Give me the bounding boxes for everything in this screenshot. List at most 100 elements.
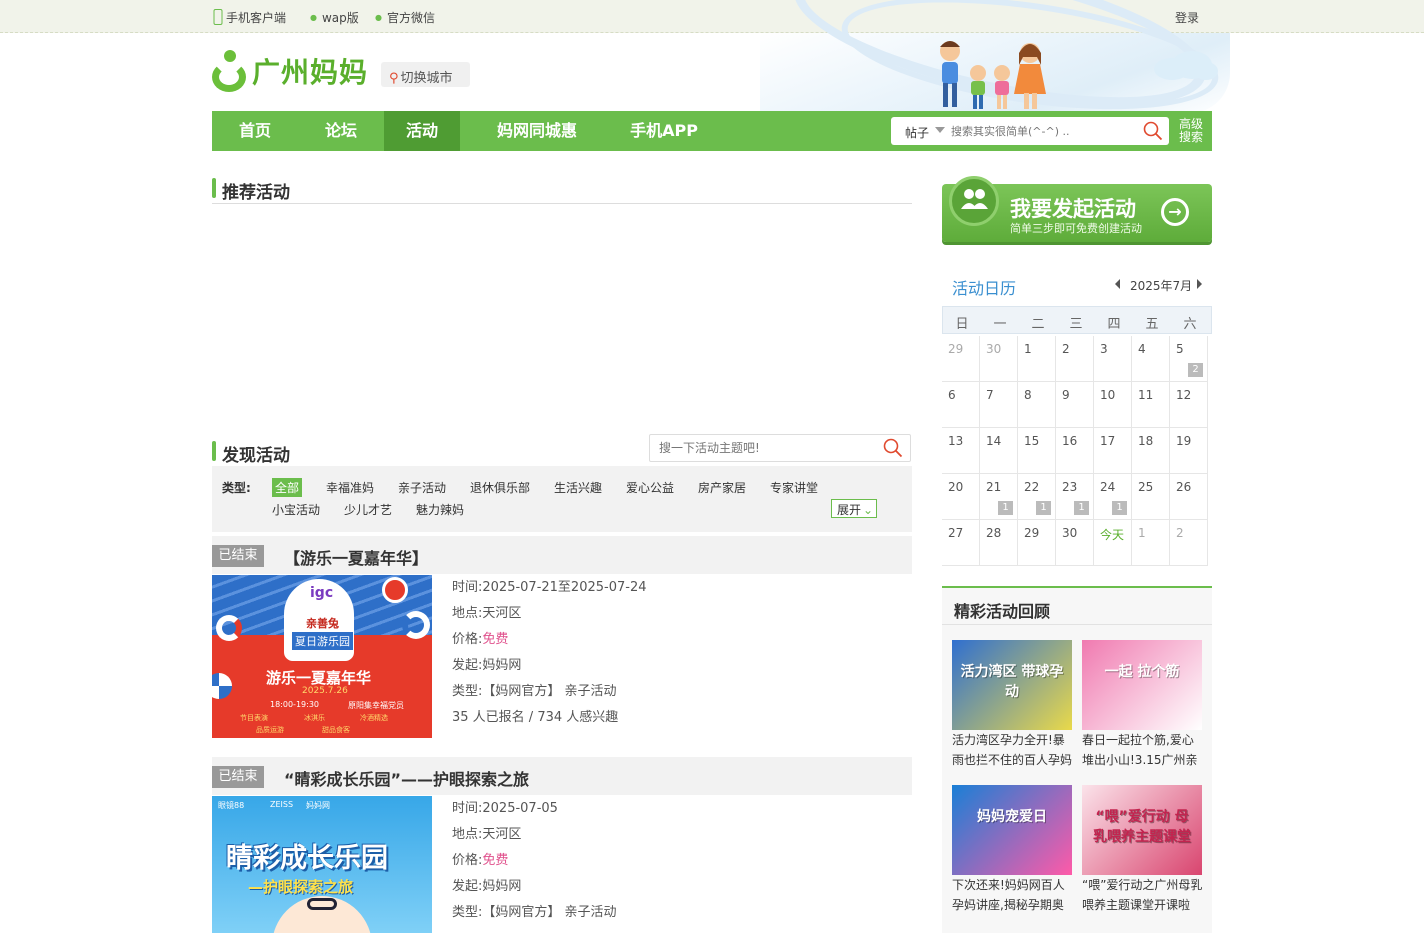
- type-item[interactable]: 退休俱乐部: [470, 479, 530, 496]
- calendar-day[interactable]: 19: [1170, 428, 1208, 474]
- logo-icon: [212, 50, 248, 92]
- calendar-day-number: 29: [948, 342, 964, 356]
- activity-place: 地点:天河区: [452, 827, 522, 842]
- nav-mobile-app[interactable]: 手机APP: [612, 111, 716, 151]
- type-item[interactable]: 生活兴趣: [554, 479, 602, 496]
- login-link[interactable]: 登录: [1175, 9, 1199, 26]
- calendar-day[interactable]: 8: [1018, 382, 1056, 428]
- event-count-badge[interactable]: 1: [1074, 501, 1089, 515]
- calendar-day[interactable]: 25: [1132, 474, 1170, 520]
- calendar-day[interactable]: 1: [1132, 520, 1170, 566]
- recommend-title: 推荐活动: [212, 178, 290, 203]
- activity-header[interactable]: 已结束 “睛彩成长乐园”——护眼探索之旅: [212, 757, 912, 795]
- type-all[interactable]: 全部: [272, 478, 303, 497]
- nav-home[interactable]: 首页: [212, 111, 298, 151]
- dropdown-arrow-icon[interactable]: [935, 127, 945, 133]
- calendar-day[interactable]: 14: [980, 428, 1018, 474]
- calendar-day[interactable]: 6: [942, 382, 980, 428]
- calendar-day[interactable]: 27: [942, 520, 980, 566]
- type-item[interactable]: 幸福准妈: [326, 479, 374, 496]
- calendar-day[interactable]: 18: [1132, 428, 1170, 474]
- site-search-input[interactable]: [951, 122, 1131, 140]
- calendar-day[interactable]: 17: [1094, 428, 1132, 474]
- create-activity-button[interactable]: 我要发起活动 简单三步即可免费创建活动 →: [942, 176, 1212, 242]
- mobile-client-link[interactable]: 手机客户端: [213, 9, 286, 26]
- calendar-day[interactable]: 4: [1132, 336, 1170, 382]
- advanced-search-link[interactable]: 高级搜索: [1175, 118, 1207, 144]
- search-scope-select[interactable]: 帖子: [905, 124, 929, 141]
- city-switch-button[interactable]: ⚲ 切换城市: [381, 62, 470, 87]
- calendar-day[interactable]: 13: [942, 428, 980, 474]
- review-caption[interactable]: 下次还来!妈妈网百人孕妈讲座,揭秘孕期奥: [952, 875, 1074, 915]
- calendar-day[interactable]: 26: [1170, 474, 1208, 520]
- review-thumbnail[interactable]: 一起 拉个筋: [1082, 640, 1202, 730]
- activity-poster[interactable]: 眼镜88 ZEISS 妈妈网 睛彩成长乐园 —护眼探索之旅: [212, 796, 432, 933]
- calendar-day[interactable]: 30: [1056, 520, 1094, 566]
- calendar-day[interactable]: 2: [1056, 336, 1094, 382]
- review-caption[interactable]: 春日一起拉个筋,爱心堆出小山!3.15广州亲: [1082, 730, 1204, 770]
- wechat-link[interactable]: ● 官方微信: [375, 9, 435, 26]
- type-item[interactable]: 少儿才艺: [344, 501, 392, 518]
- calendar-day[interactable]: 30: [980, 336, 1018, 382]
- next-month-icon[interactable]: [1197, 279, 1202, 289]
- site-logo[interactable]: 广州妈妈: [212, 50, 368, 92]
- calendar-day[interactable]: 3: [1094, 336, 1132, 382]
- calendar-day[interactable]: 16: [1056, 428, 1094, 474]
- review-thumbnail[interactable]: 活力湾区 带球孕动: [952, 640, 1072, 730]
- calendar-day[interactable]: 23 1: [1056, 474, 1094, 520]
- calendar-day-number: 7: [986, 388, 994, 402]
- event-count-badge[interactable]: 2: [1188, 363, 1203, 377]
- activity-header[interactable]: 已结束 【游乐一夏嘉年华】: [212, 536, 912, 574]
- activity-review: 精彩活动回顾 活力湾区 带球孕动 活力湾区孕力全开!暴雨也拦不住的百人孕妈 一起 拉…: [942, 586, 1212, 933]
- calendar-day[interactable]: 12: [1170, 382, 1208, 428]
- calendar-day-number: 8: [1024, 388, 1032, 402]
- calendar-day[interactable]: 2: [1170, 520, 1208, 566]
- phone-icon: [213, 9, 223, 25]
- type-item[interactable]: 专家讲堂: [770, 479, 818, 496]
- expand-button[interactable]: 展开 ⌄: [831, 499, 877, 518]
- type-item[interactable]: 小宝活动: [272, 501, 320, 518]
- calendar-day[interactable]: 28: [980, 520, 1018, 566]
- event-count-badge[interactable]: 1: [1112, 501, 1127, 515]
- event-count-badge[interactable]: 1: [998, 501, 1013, 515]
- review-thumbnail[interactable]: 妈妈宠爱日: [952, 785, 1072, 875]
- calendar-day-number: 13: [948, 434, 964, 448]
- review-thumbnail[interactable]: “喂”爱行动 母乳喂养主题课堂: [1082, 785, 1202, 875]
- review-caption[interactable]: 活力湾区孕力全开!暴雨也拦不住的百人孕妈: [952, 730, 1074, 770]
- type-item[interactable]: 爱心公益: [626, 479, 674, 496]
- search-icon[interactable]: [1143, 121, 1163, 141]
- nav-local-deals[interactable]: 妈网同城惠: [478, 111, 596, 151]
- type-item[interactable]: 魅力辣妈: [416, 501, 464, 518]
- calendar-day[interactable]: 1: [1018, 336, 1056, 382]
- calendar-day[interactable]: 10: [1094, 382, 1132, 428]
- calendar-day[interactable]: 22 1: [1018, 474, 1056, 520]
- prev-month-icon[interactable]: [1115, 279, 1120, 289]
- calendar-day[interactable]: 15: [1018, 428, 1056, 474]
- calendar-day[interactable]: 11: [1132, 382, 1170, 428]
- type-item[interactable]: 房产家居: [698, 479, 746, 496]
- calendar-day[interactable]: 20: [942, 474, 980, 520]
- calendar-day-today[interactable]: 今天: [1094, 520, 1132, 566]
- calendar-day-number: 10: [1100, 388, 1116, 402]
- type-item[interactable]: 亲子活动: [398, 479, 446, 496]
- weekday-label: 二: [1031, 317, 1045, 332]
- calendar-day[interactable]: 21 1: [980, 474, 1018, 520]
- nav-forum[interactable]: 论坛: [298, 111, 384, 151]
- calendar-day[interactable]: 52: [1170, 336, 1208, 382]
- review-poster-text: 妈妈宠爱日: [977, 809, 1047, 825]
- calendar-day[interactable]: 29: [1018, 520, 1056, 566]
- calendar-day[interactable]: 29: [942, 336, 980, 382]
- wap-link[interactable]: ● wap版: [310, 9, 359, 26]
- activity-title[interactable]: “睛彩成长乐园”——护眼探索之旅: [284, 766, 529, 790]
- event-count-badge[interactable]: 1: [1036, 501, 1051, 515]
- logo-text: 广州妈妈: [252, 56, 369, 89]
- nav-activities[interactable]: 活动: [384, 111, 460, 151]
- review-caption[interactable]: “喂”爱行动之广州母乳喂养主题课堂开课啦: [1082, 875, 1204, 915]
- calendar-day[interactable]: 7: [980, 382, 1018, 428]
- search-icon[interactable]: [883, 438, 903, 458]
- activity-title[interactable]: 【游乐一夏嘉年华】: [284, 545, 428, 569]
- activity-poster[interactable]: igc 亲善兔 夏日游乐园 游乐一夏嘉年华 2025.7.26 18:00-19…: [212, 575, 432, 738]
- activity-search-input[interactable]: [659, 440, 859, 456]
- calendar-day[interactable]: 24 1: [1094, 474, 1132, 520]
- calendar-day[interactable]: 9: [1056, 382, 1094, 428]
